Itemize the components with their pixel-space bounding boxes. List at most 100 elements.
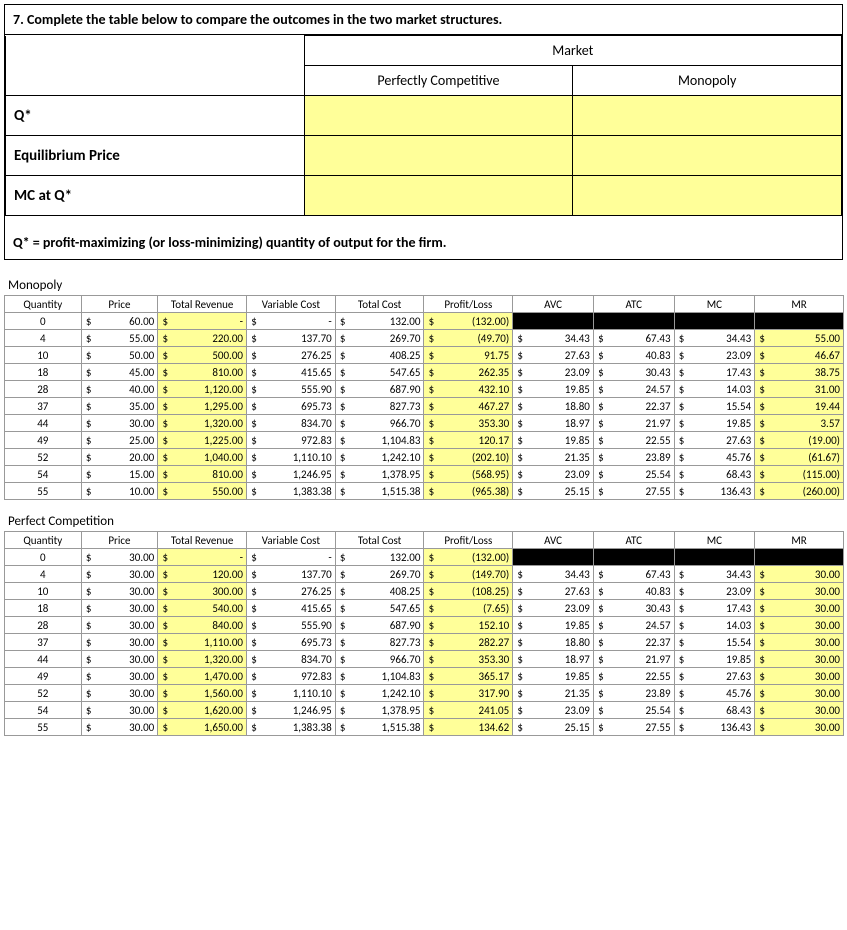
data-cell: $18.80 [513,634,594,651]
data-cell: $269.70 [335,566,424,583]
data-cell: $1,040.00 [158,449,247,466]
data-cell: $827.73 [335,634,424,651]
qty-cell: 49 [5,432,82,449]
table-row: 18$45.00$810.00$415.65$547.65$262.35$23.… [5,364,844,381]
data-cell: $966.70 [335,415,424,432]
perfect-competition-table: QuantityPriceTotal RevenueVariable CostT… [4,531,844,736]
data-cell: $18.97 [513,415,594,432]
data-cell: $27.55 [593,483,674,500]
data-cell: $30.00 [755,668,844,685]
pc-title: Perfect Competition [8,514,843,529]
table-row: 54$15.00$810.00$1,246.95$1,378.95$(568.9… [5,466,844,483]
data-cell: $68.43 [674,702,755,719]
data-cell: $67.43 [593,566,674,583]
input-qstar-pc[interactable] [304,96,573,136]
data-cell: $40.00 [81,381,158,398]
data-cell: $30.00 [755,583,844,600]
data-cell: $30.43 [593,600,674,617]
blank-cell [513,549,594,566]
data-cell: $30.00 [755,685,844,702]
data-cell: $1,320.00 [158,651,247,668]
table-row: 0$60.00$-$-$132.00$(132.00) [5,313,844,330]
monopoly-title: Monopoly [8,278,843,293]
qstar-footnote: Q* = profit-maximizing (or loss-minimizi… [5,216,842,259]
data-cell: $(132.00) [424,313,513,330]
data-cell: $(965.38) [424,483,513,500]
data-cell: $45.76 [674,685,755,702]
data-cell: $1,515.38 [335,719,424,736]
data-cell: $23.09 [513,600,594,617]
data-cell: $695.73 [246,398,335,415]
data-cell: $30.00 [755,600,844,617]
data-cell: $25.54 [593,466,674,483]
data-cell: $22.37 [593,398,674,415]
input-qstar-mon[interactable] [573,96,842,136]
col-header: Total Cost [335,532,424,549]
monopoly-table: QuantityPriceTotal RevenueVariable CostT… [4,295,844,500]
data-cell: $136.43 [674,483,755,500]
data-cell: $34.43 [513,330,594,347]
data-cell: $23.09 [513,702,594,719]
data-cell: $262.35 [424,364,513,381]
data-cell: $1,470.00 [158,668,247,685]
col-header: ATC [593,532,674,549]
data-cell: $(149.70) [424,566,513,583]
qty-cell: 44 [5,415,82,432]
data-cell: $547.65 [335,600,424,617]
data-cell: $353.30 [424,415,513,432]
data-cell: $1,242.10 [335,449,424,466]
data-cell: $276.25 [246,583,335,600]
data-cell: $23.89 [593,449,674,466]
data-cell: $353.30 [424,651,513,668]
data-cell: $14.03 [674,617,755,634]
data-cell: $24.57 [593,617,674,634]
data-cell: $18.97 [513,651,594,668]
data-cell: $687.90 [335,617,424,634]
data-cell: $137.70 [246,566,335,583]
qty-cell: 52 [5,449,82,466]
data-cell: $134.62 [424,719,513,736]
data-cell: $30.00 [81,549,158,566]
data-cell: $1,120.00 [158,381,247,398]
data-cell: $30.00 [81,685,158,702]
table-row: 28$40.00$1,120.00$555.90$687.90$432.10$1… [5,381,844,398]
data-cell: $55.00 [755,330,844,347]
col-monopoly: Monopoly [573,66,842,96]
qty-cell: 0 [5,313,82,330]
col-perfectly-competitive: Perfectly Competitive [304,66,573,96]
data-cell: $35.00 [81,398,158,415]
qty-cell: 54 [5,466,82,483]
table-row: 54$30.00$1,620.00$1,246.95$1,378.95$241.… [5,702,844,719]
input-eqprice-pc[interactable] [304,136,573,176]
data-cell: $1,320.00 [158,415,247,432]
data-cell: $22.37 [593,634,674,651]
data-cell: $23.09 [513,466,594,483]
data-cell: $27.55 [593,719,674,736]
data-cell: $695.73 [246,634,335,651]
input-mcq-mon[interactable] [573,176,842,216]
table-row: 10$30.00$300.00$276.25$408.25$(108.25)$2… [5,583,844,600]
input-mcq-pc[interactable] [304,176,573,216]
data-cell: $220.00 [158,330,247,347]
qty-cell: 10 [5,583,82,600]
qty-cell: 18 [5,600,82,617]
col-header: MR [755,532,844,549]
data-cell: $(115.00) [755,466,844,483]
data-cell: $- [158,313,247,330]
col-header: MC [674,532,755,549]
qty-cell: 28 [5,381,82,398]
col-header: Price [81,532,158,549]
comparison-table: Market Perfectly Competitive Monopoly Q*… [5,35,842,216]
data-cell: $67.43 [593,330,674,347]
data-cell: $550.00 [158,483,247,500]
input-eqprice-mon[interactable] [573,136,842,176]
data-cell: $136.43 [674,719,755,736]
data-cell: $30.00 [81,617,158,634]
col-header: Quantity [5,296,82,313]
question-7-box: 7. Complete the table below to compare t… [4,4,843,260]
data-cell: $19.85 [513,381,594,398]
data-cell: $1,104.83 [335,668,424,685]
col-header: Quantity [5,532,82,549]
qty-cell: 28 [5,617,82,634]
data-cell: $25.00 [81,432,158,449]
